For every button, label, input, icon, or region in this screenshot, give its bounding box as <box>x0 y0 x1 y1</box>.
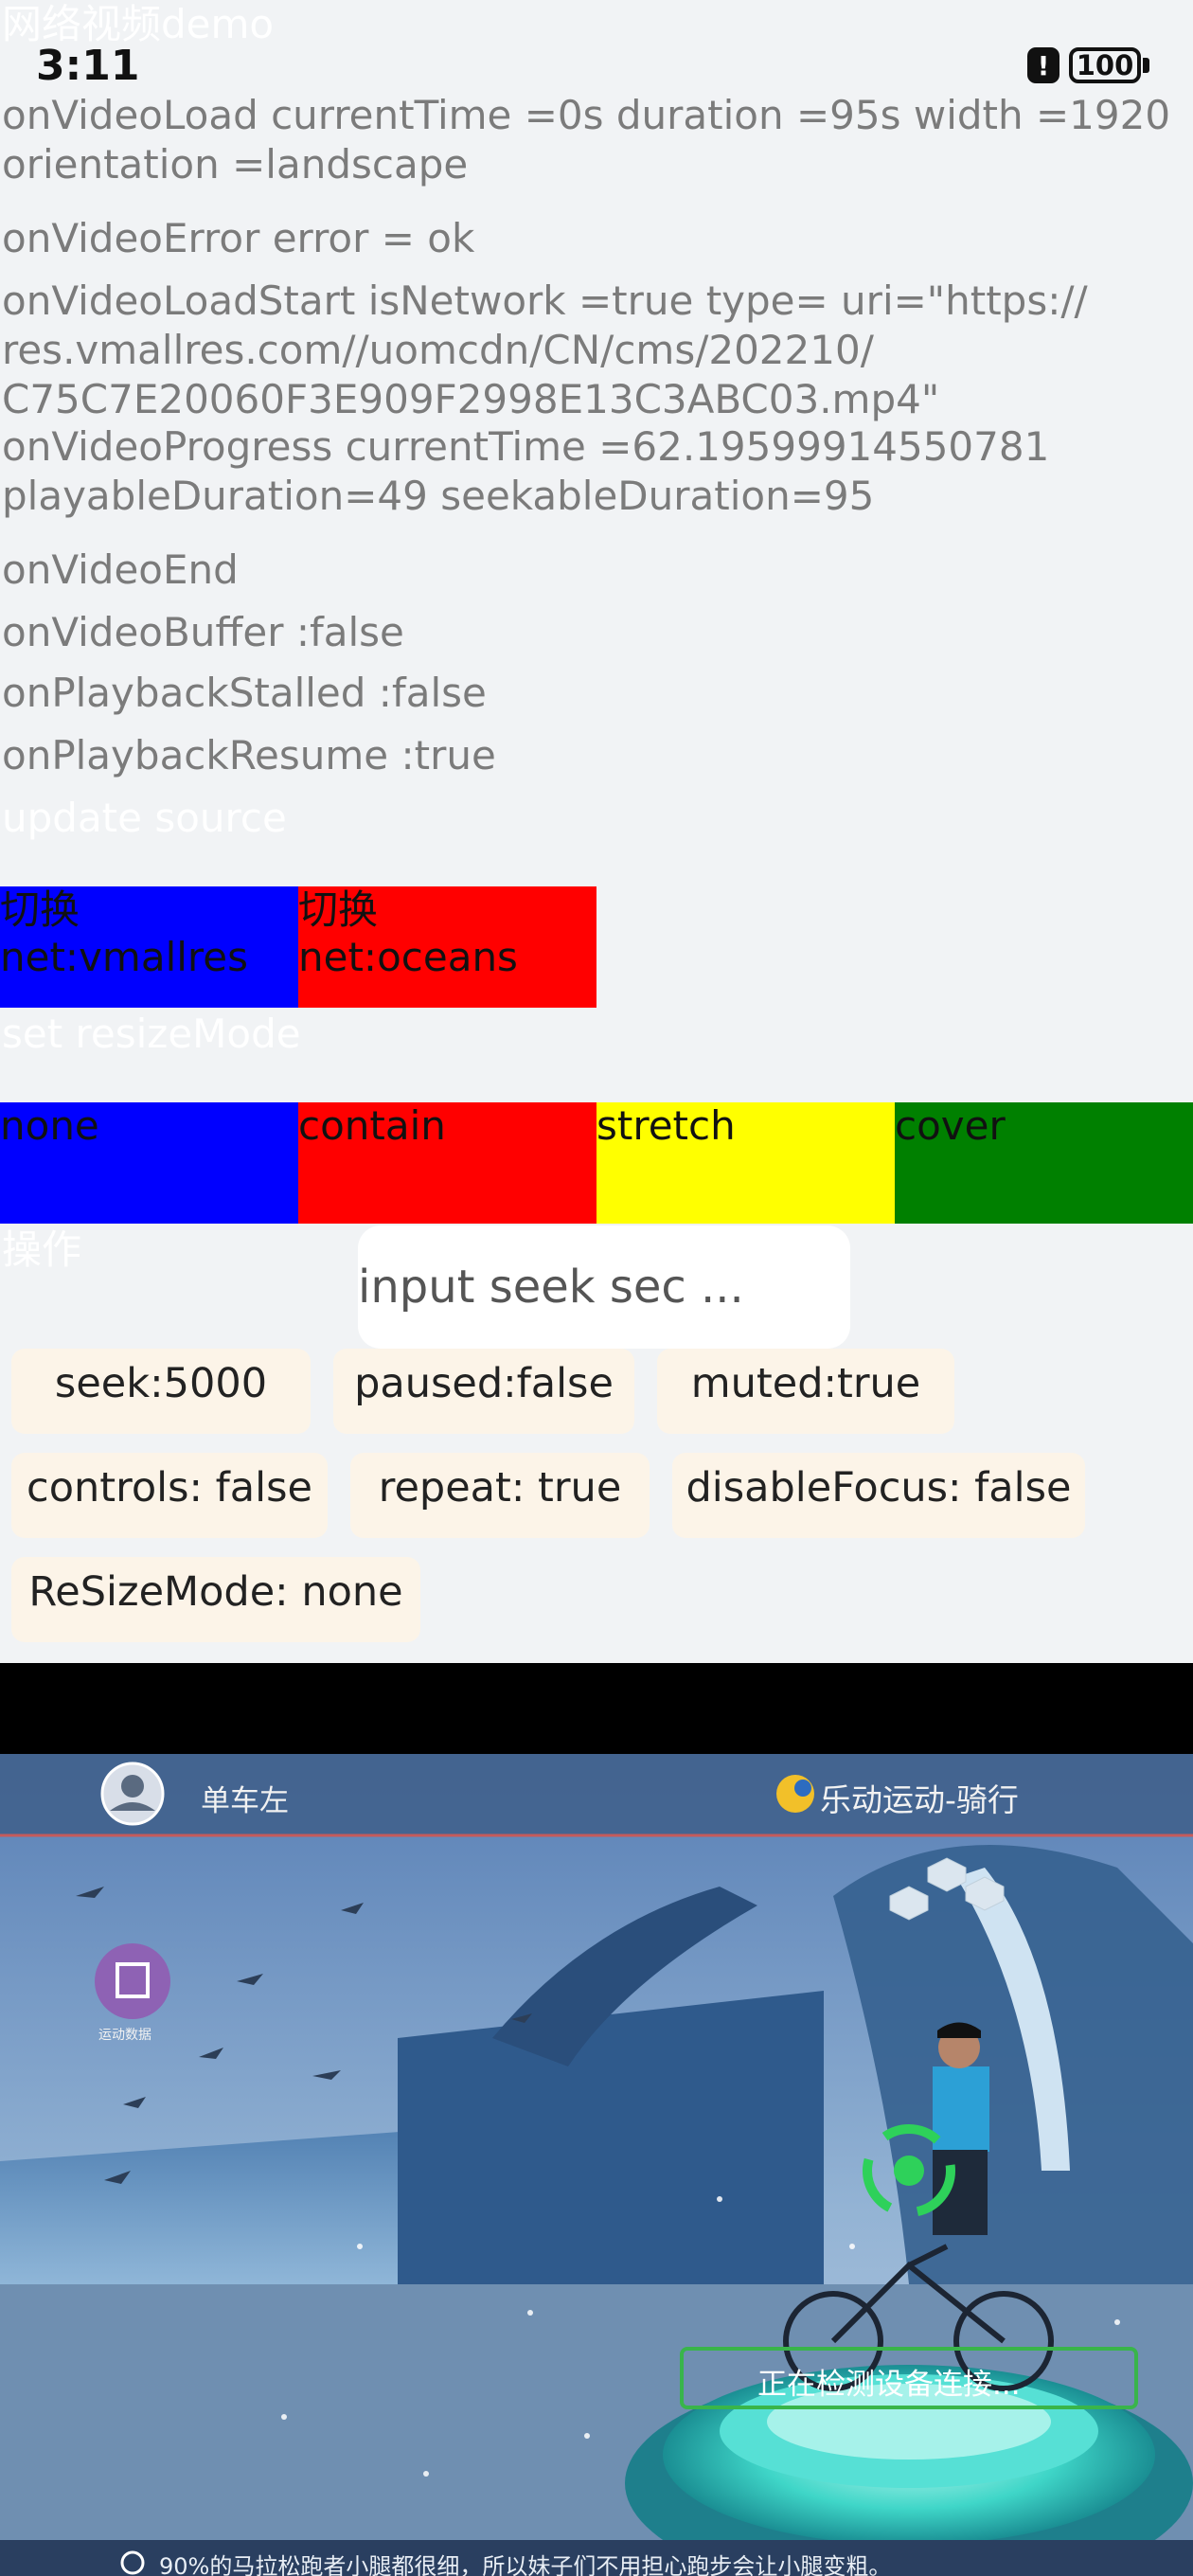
video-app-label: 乐动运动-骑行 <box>820 1781 1019 1818</box>
repeat-toggle[interactable]: repeat: true <box>350 1453 650 1538</box>
resize-mode-title: set resizeMode <box>2 1011 301 1057</box>
resize-mode-toggle[interactable]: ReSizeMode: none <box>11 1557 420 1642</box>
switch-vmallres-button[interactable]: 切换 net:vmallres <box>0 886 298 1008</box>
log-video-error: onVideoError error = ok <box>2 215 475 261</box>
log-playback-stalled: onPlaybackStalled :false <box>2 670 487 716</box>
resize-stretch-button[interactable]: stretch <box>596 1102 895 1224</box>
resize-contain-button[interactable]: contain <box>298 1102 596 1224</box>
video-frame <box>0 1754 1193 2576</box>
log-video-load-start: onVideoLoadStart isNetwork =true type= u… <box>2 277 1088 422</box>
video-tip-text: 90%的马拉松跑者小腿都很细，所以妹子们不用担心跑步会让小腿变粗。 <box>159 2553 892 2576</box>
video-sport-data-label: 运动数据 <box>98 2028 151 2043</box>
log-video-load: onVideoLoad currentTime =0s duration =95… <box>2 92 1171 188</box>
video-connecting-text: 正在检测设备连接... <box>757 2368 1021 2402</box>
battery-level: 100 <box>1069 47 1141 83</box>
update-source-title: update source <box>2 795 287 841</box>
status-icons: ! 100 <box>1027 47 1149 83</box>
seek-input[interactable]: input seek sec ... <box>358 1225 850 1349</box>
resize-button-row: none contain stretch cover <box>0 1102 1193 1224</box>
paused-toggle[interactable]: paused:false <box>333 1349 634 1434</box>
switch-oceans-button[interactable]: 切换 net:oceans <box>298 886 596 1008</box>
video-user-label: 单车左 <box>201 1784 289 1818</box>
controls-toggle[interactable]: controls: false <box>11 1453 328 1538</box>
log-video-buffer: onVideoBuffer :false <box>2 609 404 655</box>
video-player[interactable]: 单车左 乐动运动-骑行 运动数据 正在检测设备连接... 90%的马拉松跑者小腿… <box>0 1754 1193 2576</box>
alert-icon: ! <box>1027 47 1059 83</box>
source-button-row: 切换 net:vmallres 切换 net:oceans <box>0 886 596 1008</box>
resize-none-button[interactable]: none <box>0 1102 298 1224</box>
resize-cover-button[interactable]: cover <box>895 1102 1193 1224</box>
log-playback-resume: onPlaybackResume :true <box>2 732 496 778</box>
seek-button[interactable]: seek:5000 <box>11 1349 311 1434</box>
log-video-progress: onVideoProgress currentTime =62.19599914… <box>2 423 1050 519</box>
operations-title: 操作 <box>2 1226 82 1273</box>
page-title: 网络视频demo <box>2 1 275 47</box>
log-video-end: onVideoEnd <box>2 546 239 593</box>
disable-focus-toggle[interactable]: disableFocus: false <box>672 1453 1085 1538</box>
battery-icon: 100 <box>1069 47 1149 83</box>
video-letterbox <box>0 1663 1193 1754</box>
muted-toggle[interactable]: muted:true <box>657 1349 954 1434</box>
